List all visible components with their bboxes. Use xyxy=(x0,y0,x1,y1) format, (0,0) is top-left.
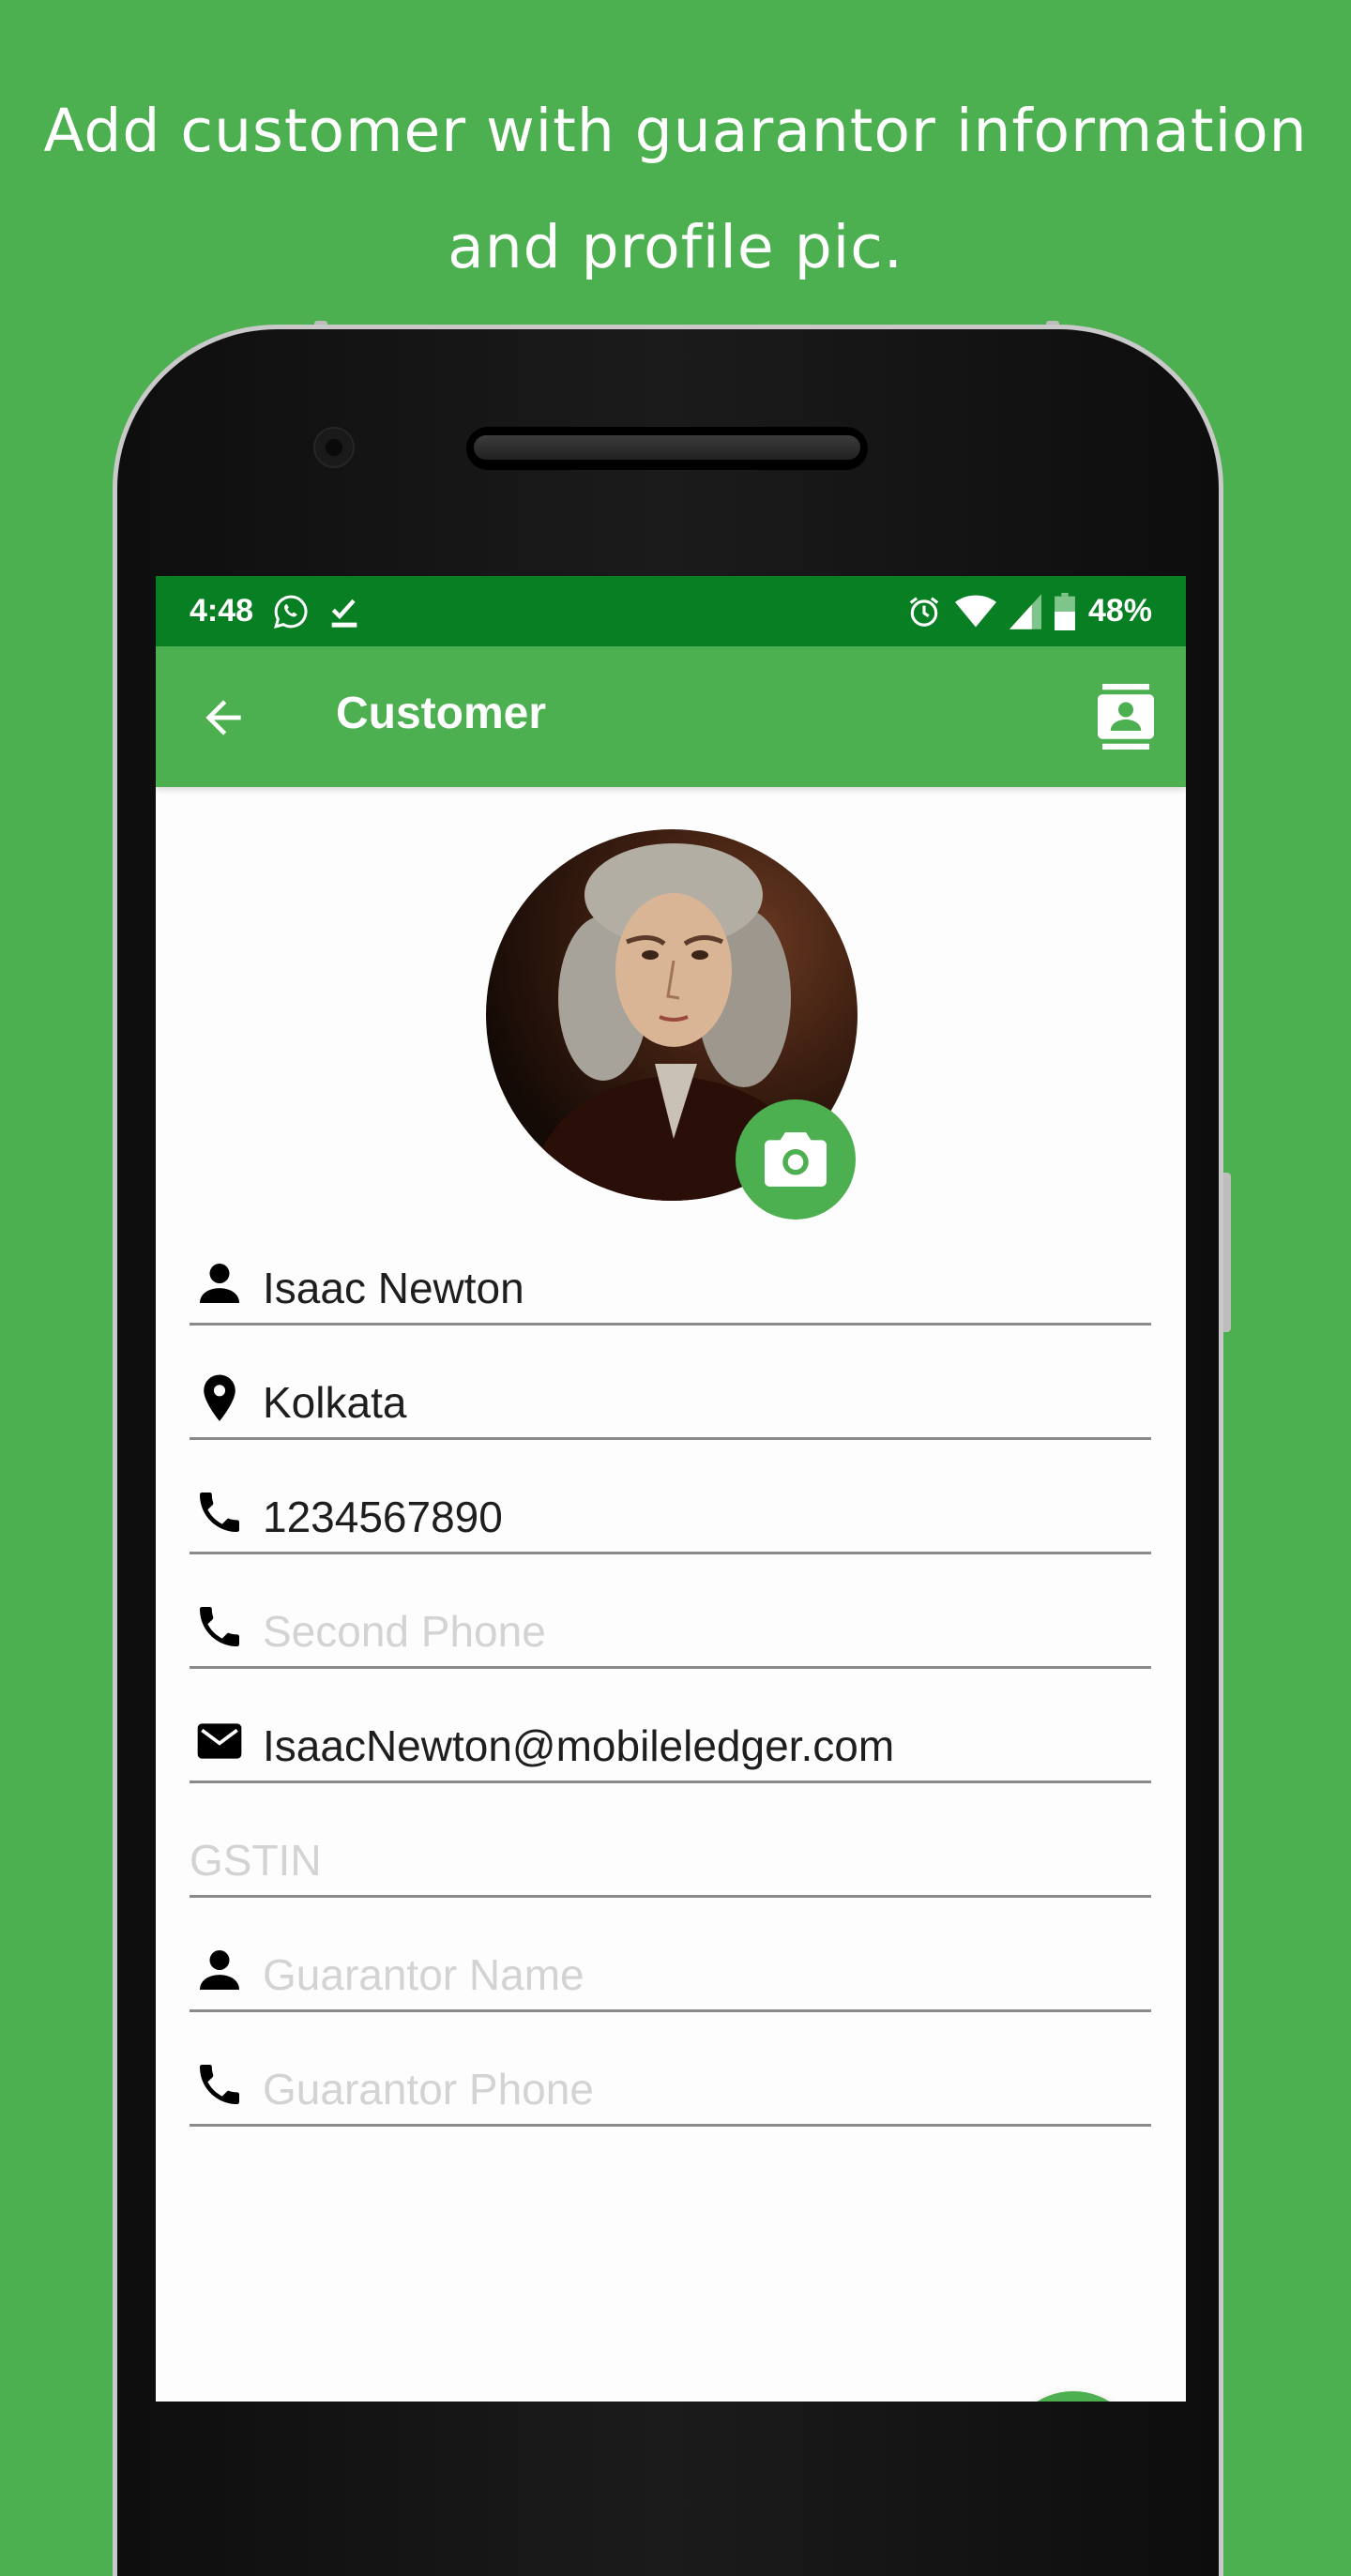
camera-icon xyxy=(765,1132,827,1187)
app-screen: 4:48 48% Customer Isaac Newton Kolkata 1… xyxy=(156,576,1186,2402)
address-field[interactable]: Kolkata xyxy=(190,1323,1151,1440)
front-camera xyxy=(313,427,355,468)
address-value: Kolkata xyxy=(263,1378,407,1427)
phone-icon xyxy=(200,1607,239,1646)
email-value: IsaacNewton@mobileledger.com xyxy=(263,1721,895,1770)
person-icon xyxy=(200,1950,239,1990)
guarantor-name-field[interactable]: Guarantor Name xyxy=(190,1895,1151,2012)
battery-icon xyxy=(1055,592,1075,630)
person-icon xyxy=(200,1264,239,1303)
page-title: Customer xyxy=(336,689,547,738)
phone-icon xyxy=(200,1493,239,1532)
promo-caption: Add customer with guarantor information … xyxy=(0,73,1351,306)
whatsapp-icon xyxy=(272,593,310,630)
back-button[interactable] xyxy=(197,691,250,744)
checklist-icon xyxy=(328,593,360,630)
earpiece-speaker xyxy=(466,427,868,470)
signal-icon xyxy=(1009,593,1041,629)
promo-caption-line-2: and profile pic. xyxy=(448,213,903,281)
guarantor-phone-placeholder: Guarantor Phone xyxy=(263,2065,594,2114)
contacts-icon xyxy=(1098,684,1154,750)
email-field[interactable]: IsaacNewton@mobileledger.com xyxy=(190,1666,1151,1783)
status-bar: 4:48 48% xyxy=(156,576,1186,646)
save-fab-button[interactable] xyxy=(1005,2391,1142,2402)
gstin-field[interactable]: GSTIN xyxy=(190,1780,1151,1898)
phone-field[interactable]: 1234567890 xyxy=(190,1437,1151,1554)
alarm-icon xyxy=(906,594,942,629)
phone-value: 1234567890 xyxy=(263,1493,503,1541)
profile-photo-container xyxy=(486,829,858,1220)
arrow-left-icon xyxy=(205,700,241,735)
app-bar: Customer xyxy=(156,646,1186,787)
contacts-button[interactable] xyxy=(1098,684,1154,750)
wifi-icon xyxy=(954,594,996,629)
second-phone-placeholder: Second Phone xyxy=(263,1607,546,1656)
status-time: 4:48 xyxy=(190,593,254,629)
location-pin-icon xyxy=(204,1374,235,1421)
change-photo-button[interactable] xyxy=(736,1099,856,1220)
customer-name-field[interactable]: Isaac Newton xyxy=(190,1208,1151,1326)
gstin-placeholder: GSTIN xyxy=(190,1836,322,1885)
customer-name-value: Isaac Newton xyxy=(263,1264,524,1312)
guarantor-phone-field[interactable]: Guarantor Phone xyxy=(190,2009,1151,2127)
guarantor-name-placeholder: Guarantor Name xyxy=(263,1950,584,1999)
promo-caption-line-1: Add customer with guarantor information xyxy=(43,97,1308,165)
second-phone-field[interactable]: Second Phone xyxy=(190,1552,1151,1669)
battery-percent: 48% xyxy=(1087,593,1152,629)
email-icon xyxy=(197,1723,242,1759)
phone-icon xyxy=(200,2065,239,2104)
